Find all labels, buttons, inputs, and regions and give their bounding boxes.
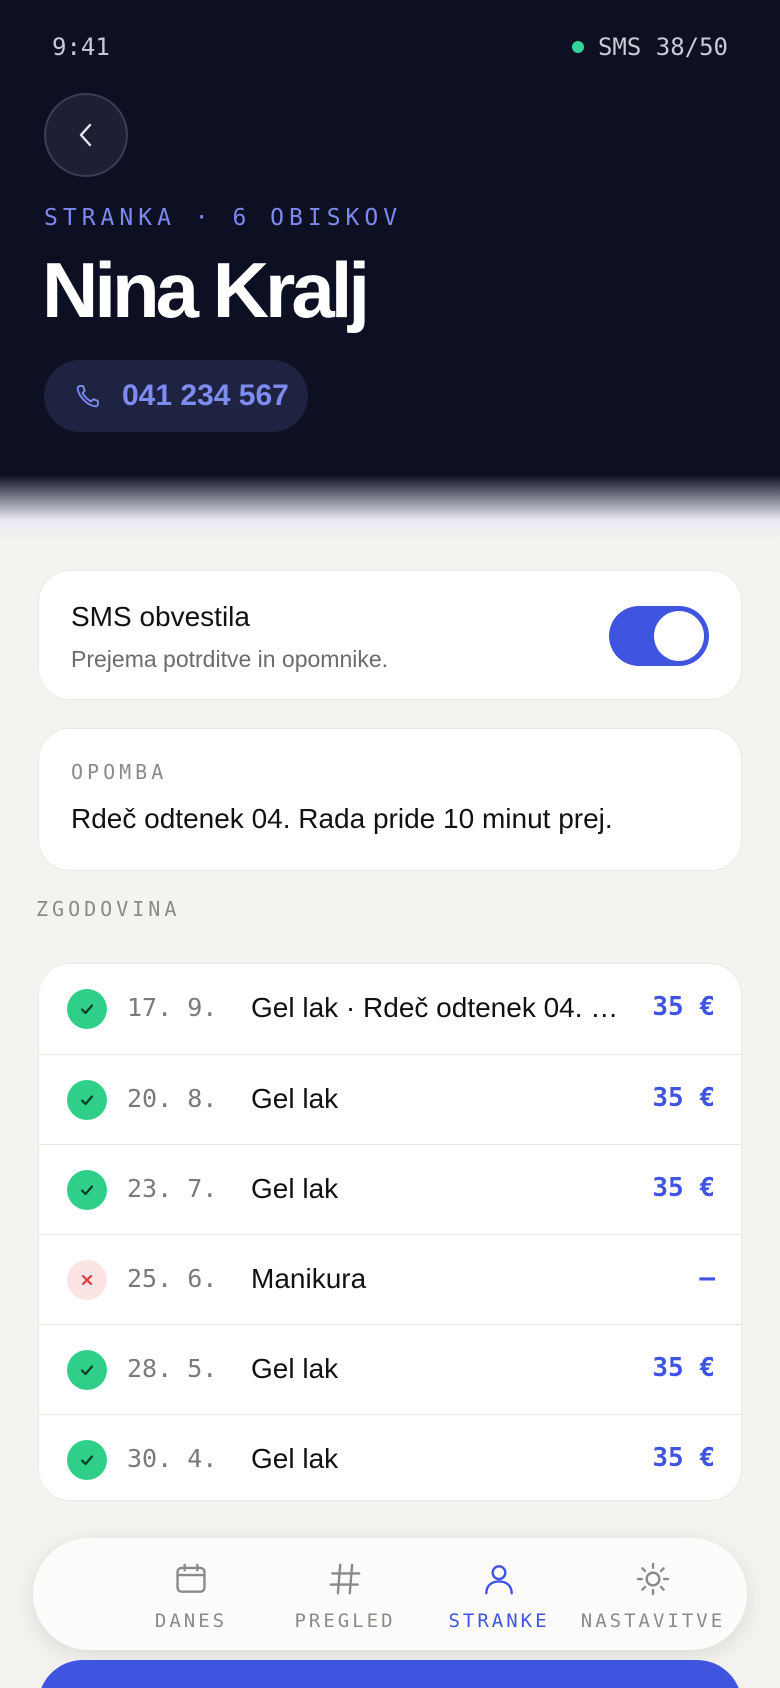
history-row[interactable]: 30. 4. Gel lak 35 € xyxy=(39,1414,741,1500)
check-icon xyxy=(67,989,107,1029)
tab-danes[interactable]: DANES xyxy=(114,1538,268,1650)
visit-description: Gel lak xyxy=(251,1353,339,1384)
visit-date: 23. 7. xyxy=(127,1174,218,1203)
tab-label: STRANKE xyxy=(448,1610,550,1632)
visit-date: 25. 6. xyxy=(127,1264,218,1293)
visit-description: Gel lak xyxy=(251,1083,339,1114)
note-card[interactable]: OPOMBA Rdeč odtenek 04. Rada pride 10 mi… xyxy=(38,728,742,871)
tab-label: NASTAVITVE xyxy=(580,1610,726,1632)
visit-date: 30. 4. xyxy=(127,1444,218,1473)
history-row[interactable]: 28. 5. Gel lak 35 € xyxy=(39,1324,741,1414)
visit-description: Gel lak xyxy=(251,1173,339,1204)
sms-quota-text: SMS 38/50 xyxy=(597,33,728,61)
visit-price: 35 € xyxy=(652,1353,715,1383)
phone-button[interactable]: 041 234 567 xyxy=(44,360,308,432)
visit-description: Gel lak · Rdeč odtenek 04. Rada pride 10… xyxy=(251,992,631,1023)
tab-label: DANES xyxy=(154,1610,228,1632)
status-dot-icon xyxy=(571,41,584,53)
sun-icon xyxy=(636,1562,670,1596)
visit-date: 17. 9. xyxy=(127,993,218,1022)
visit-price: 35 € xyxy=(652,1083,715,1113)
cross-icon xyxy=(67,1260,107,1300)
check-icon xyxy=(67,1080,107,1120)
sms-toggle[interactable] xyxy=(609,606,709,666)
client-name: Nina Kralj xyxy=(42,246,370,334)
history-row[interactable]: 17. 9. Gel lak · Rdeč odtenek 04. Rada p… xyxy=(39,964,741,1054)
phone-icon xyxy=(76,385,99,408)
check-icon xyxy=(67,1170,107,1210)
history-row[interactable]: 20. 8. Gel lak 35 € xyxy=(39,1054,741,1144)
history-heading: ZGODOVINA xyxy=(36,897,181,921)
tab-pregled[interactable]: PREGLED xyxy=(268,1538,422,1650)
visit-description: Manikura xyxy=(251,1263,367,1294)
sms-notifications-card: SMS obvestila Prejema potrditve in opomn… xyxy=(38,570,742,700)
note-text: Rdeč odtenek 04. Rada pride 10 minut pre… xyxy=(71,803,613,834)
note-label: OPOMBA xyxy=(71,760,168,784)
history-list: 17. 9. Gel lak · Rdeč odtenek 04. Rada p… xyxy=(38,963,742,1501)
visit-description: Gel lak xyxy=(251,1443,339,1474)
tab-stranke[interactable]: STRANKE xyxy=(422,1538,576,1650)
visit-price: 35 € xyxy=(652,992,715,1022)
history-row[interactable]: 23. 7. Gel lak 35 € xyxy=(39,1144,741,1234)
history-row[interactable]: 25. 6. Manikura — xyxy=(39,1234,741,1324)
hash-icon xyxy=(329,1563,361,1595)
check-icon xyxy=(67,1350,107,1390)
visit-price: 35 € xyxy=(652,1443,715,1473)
tab-label: PREGLED xyxy=(294,1610,396,1632)
user-icon xyxy=(485,1565,513,1595)
chevron-left-icon xyxy=(79,123,92,147)
back-button[interactable] xyxy=(44,93,128,177)
phone-number: 041 234 567 xyxy=(122,379,289,412)
client-header: 9:41 SMS 38/50 STRANKA · 6 OBISKOV Nina … xyxy=(0,0,780,540)
client-eyebrow: STRANKA · 6 OBISKOV xyxy=(44,205,403,231)
sms-subtitle: Prejema potrditve in opomnike. xyxy=(71,646,389,672)
tab-nastavitve[interactable]: NASTAVITVE xyxy=(576,1538,730,1650)
check-icon xyxy=(67,1440,107,1480)
sms-title: SMS obvestila xyxy=(71,601,250,632)
sms-quota: SMS 38/50 xyxy=(571,33,728,61)
visit-date: 20. 8. xyxy=(127,1084,218,1113)
visit-date: 28. 5. xyxy=(127,1354,218,1383)
calendar-icon xyxy=(176,1563,206,1593)
visit-price: 35 € xyxy=(652,1173,715,1203)
bottom-tab-bar: DANES PREGLED STRANKE NASTAVITVE xyxy=(33,1538,747,1650)
primary-action-button[interactable] xyxy=(38,1660,742,1688)
toggle-knob xyxy=(654,611,704,661)
visit-price: — xyxy=(699,1263,715,1293)
status-time: 9:41 xyxy=(52,33,110,61)
